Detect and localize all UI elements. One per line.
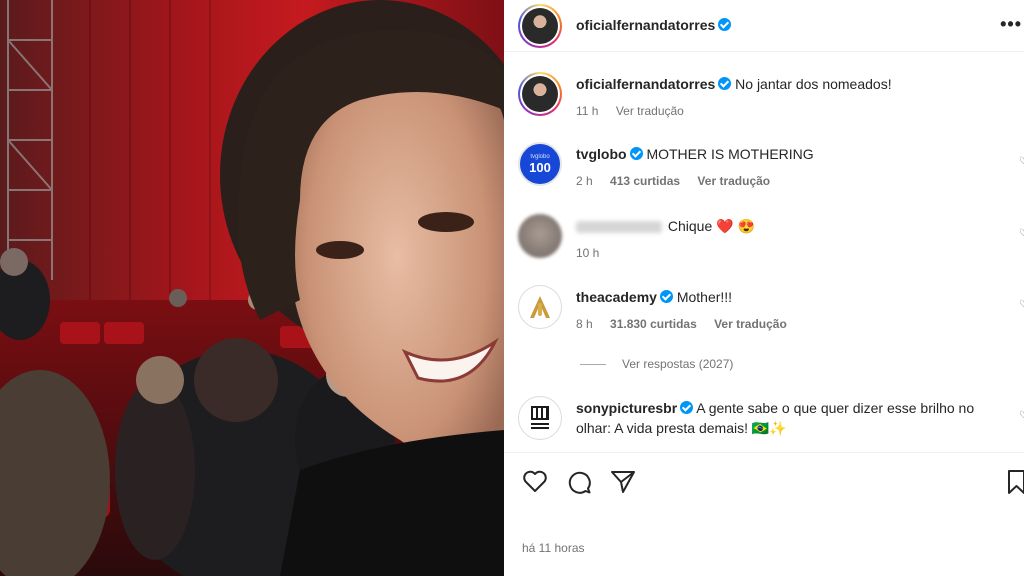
comment-likes[interactable]: 413 curtidas [610,174,680,188]
comment-like-icon[interactable]: ♡ [1019,410,1024,421]
caption-avatar[interactable] [518,72,562,116]
view-replies-button[interactable]: Ver respostas (2027) [580,357,733,371]
verified-icon [659,290,673,303]
comment-username[interactable]: sonypicturesbr [576,400,677,416]
comment-username[interactable]: theacademy [576,289,657,305]
comment-text: MOTHER IS MOTHERING [646,146,814,162]
caption-translate-link[interactable]: Ver tradução [616,104,684,118]
comment-time[interactable]: 8 h [576,317,593,331]
post-actions-bar: há 11 horas [504,452,1024,576]
blurred-avatar[interactable] [518,214,562,258]
verified-icon [718,77,732,90]
sonypicturesbr-avatar[interactable] [518,396,562,440]
comment-time[interactable]: 2 h [576,174,593,188]
selfie-image [0,0,504,576]
comment-icon[interactable] [566,469,592,500]
comment-like-icon[interactable]: ♡ [1019,228,1024,239]
caption-username[interactable]: oficialfernandatorres [576,76,715,92]
tvglobo-avatar-label: 100 [529,159,551,175]
caption-text: No jantar dos nomeados! [735,76,892,92]
caption-time[interactable]: 11 h [576,104,598,118]
sony-pictures-logo-icon [531,406,549,429]
post-photo [0,0,504,576]
post-timestamp: há 11 horas [522,541,585,555]
comment-like-icon[interactable]: ♡ [1019,156,1024,167]
comment-text: Chique ❤️ 😍 [667,218,755,234]
share-icon[interactable] [610,469,636,500]
header-username-text[interactable]: oficialfernandatorres [576,17,715,33]
header-username[interactable]: oficialfernandatorres [576,17,732,33]
view-replies-label[interactable]: Ver respostas (2027) [622,357,733,371]
verified-icon [718,18,732,31]
profile-avatar[interactable] [518,4,562,48]
verified-icon [629,147,643,160]
bookmark-icon[interactable] [1008,469,1024,500]
blurred-username[interactable] [576,221,662,234]
theacademy-avatar[interactable] [518,285,562,329]
comment-translate-link[interactable]: Ver tradução [714,317,787,331]
verified-icon [680,401,694,414]
comment-text: Mother!!! [676,289,733,305]
comment-username[interactable]: tvglobo [576,146,627,162]
replies-divider [580,364,606,366]
comment-likes[interactable]: 31.830 curtidas [610,317,697,331]
more-options-icon[interactable]: ••• [1000,14,1022,35]
comment-translate-link[interactable]: Ver tradução [697,174,770,188]
academy-logo-icon [530,296,550,318]
comment-time[interactable]: 10 h [576,246,599,260]
post-header: oficialfernandatorres ••• [504,0,1024,52]
post-side-panel: oficialfernandatorres ••• oficialfernand… [504,0,1024,576]
comment-like-icon[interactable]: ♡ [1019,299,1024,310]
tvglobo-avatar[interactable]: tvglobo 100 [518,142,562,186]
heart-icon[interactable] [522,469,548,498]
